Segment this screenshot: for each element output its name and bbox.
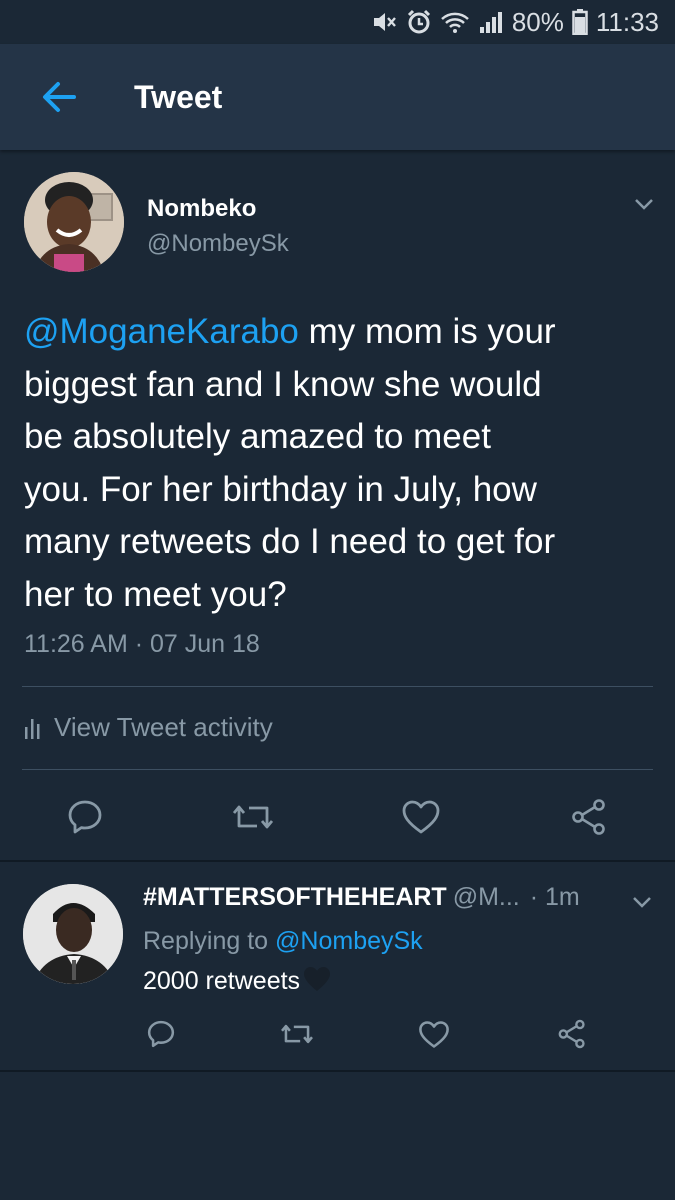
tweet-line: you. For her birthday in July, how — [24, 469, 537, 509]
status-bar: 80% 11:33 — [0, 0, 675, 44]
speech-bubble-icon — [68, 800, 102, 834]
retweet-button[interactable] — [275, 1012, 319, 1056]
battery-percent: 80% — [511, 6, 564, 37]
avatar[interactable] — [23, 884, 123, 984]
retweet-button[interactable] — [231, 795, 275, 839]
section-separator — [0, 1070, 675, 1072]
reply-body: 2000 retweets — [143, 967, 301, 995]
reply-time: · 1m — [529, 883, 580, 911]
author-name[interactable]: Nombeko — [147, 195, 256, 223]
alarm-icon — [406, 9, 432, 35]
bar-chart-icon — [24, 717, 42, 739]
reply-actions — [0, 1012, 675, 1056]
reply-author-handle[interactable]: @M... — [453, 883, 520, 912]
view-tweet-activity-link[interactable]: View Tweet activity — [24, 712, 273, 743]
share-icon — [572, 799, 605, 835]
retweet-icon — [281, 1024, 313, 1044]
reply-author-name[interactable]: #MATTERSOFTHEHEART — [143, 883, 447, 912]
share-icon — [558, 1019, 585, 1049]
arrow-left-icon — [43, 82, 76, 112]
avatar[interactable] — [24, 172, 124, 272]
like-button[interactable] — [412, 1012, 456, 1056]
reply-button[interactable] — [63, 795, 107, 839]
mention-link[interactable]: @MoganeKarabo — [24, 312, 299, 351]
reply-button[interactable] — [139, 1012, 183, 1056]
chevron-down-icon — [633, 897, 651, 908]
reply-text: 2000 retweets — [143, 965, 332, 996]
heart-icon — [402, 800, 440, 834]
wifi-icon — [440, 10, 470, 34]
reply-tweet[interactable]: #MATTERSOFTHEHEART @M... · 1m Replying t… — [0, 862, 675, 1072]
divider — [22, 769, 653, 770]
tweet-timestamp: 11:26 AM · 07 Jun 18 — [24, 630, 260, 658]
divider — [22, 686, 653, 687]
replying-prefix: Replying to — [143, 927, 276, 955]
speech-bubble-icon — [147, 1020, 175, 1048]
signal-icon — [478, 10, 504, 34]
reply-header: #MATTERSOFTHEHEART @M... · 1m — [143, 883, 653, 912]
replying-to-link[interactable]: @NombeySk — [275, 927, 423, 955]
activity-label: View Tweet activity — [54, 712, 273, 742]
tweet-menu-button[interactable] — [630, 190, 658, 218]
heart-icon — [419, 1020, 449, 1048]
like-button[interactable] — [399, 795, 443, 839]
app-header: Tweet — [0, 44, 675, 150]
chevron-down-icon — [635, 199, 653, 210]
tweet-line: biggest fan and I know she would — [24, 364, 542, 404]
tweet-line: many retweets do I need to get for — [24, 522, 556, 561]
tweet-actions — [0, 795, 675, 845]
replying-to: Replying to @NombeySk — [143, 927, 423, 956]
black-heart-icon — [304, 967, 331, 991]
share-button[interactable] — [567, 795, 611, 839]
reply-menu-button[interactable] — [628, 888, 656, 916]
tweet-text: @MoganeKarabo my mom is your biggest fan … — [24, 306, 659, 621]
back-button[interactable] — [30, 69, 86, 125]
author-handle[interactable]: @NombeySk — [147, 230, 289, 258]
share-button[interactable] — [550, 1012, 594, 1056]
tweet-line: be absolutely amazed to meet — [24, 417, 491, 456]
mute-icon — [372, 10, 398, 34]
retweet-icon — [232, 805, 274, 829]
battery-icon — [572, 9, 588, 35]
tweet-line: my mom is your — [298, 312, 556, 351]
clock: 11:33 — [595, 6, 659, 37]
page-title: Tweet — [134, 78, 223, 115]
tweet-line: her to meet you? — [24, 574, 287, 614]
